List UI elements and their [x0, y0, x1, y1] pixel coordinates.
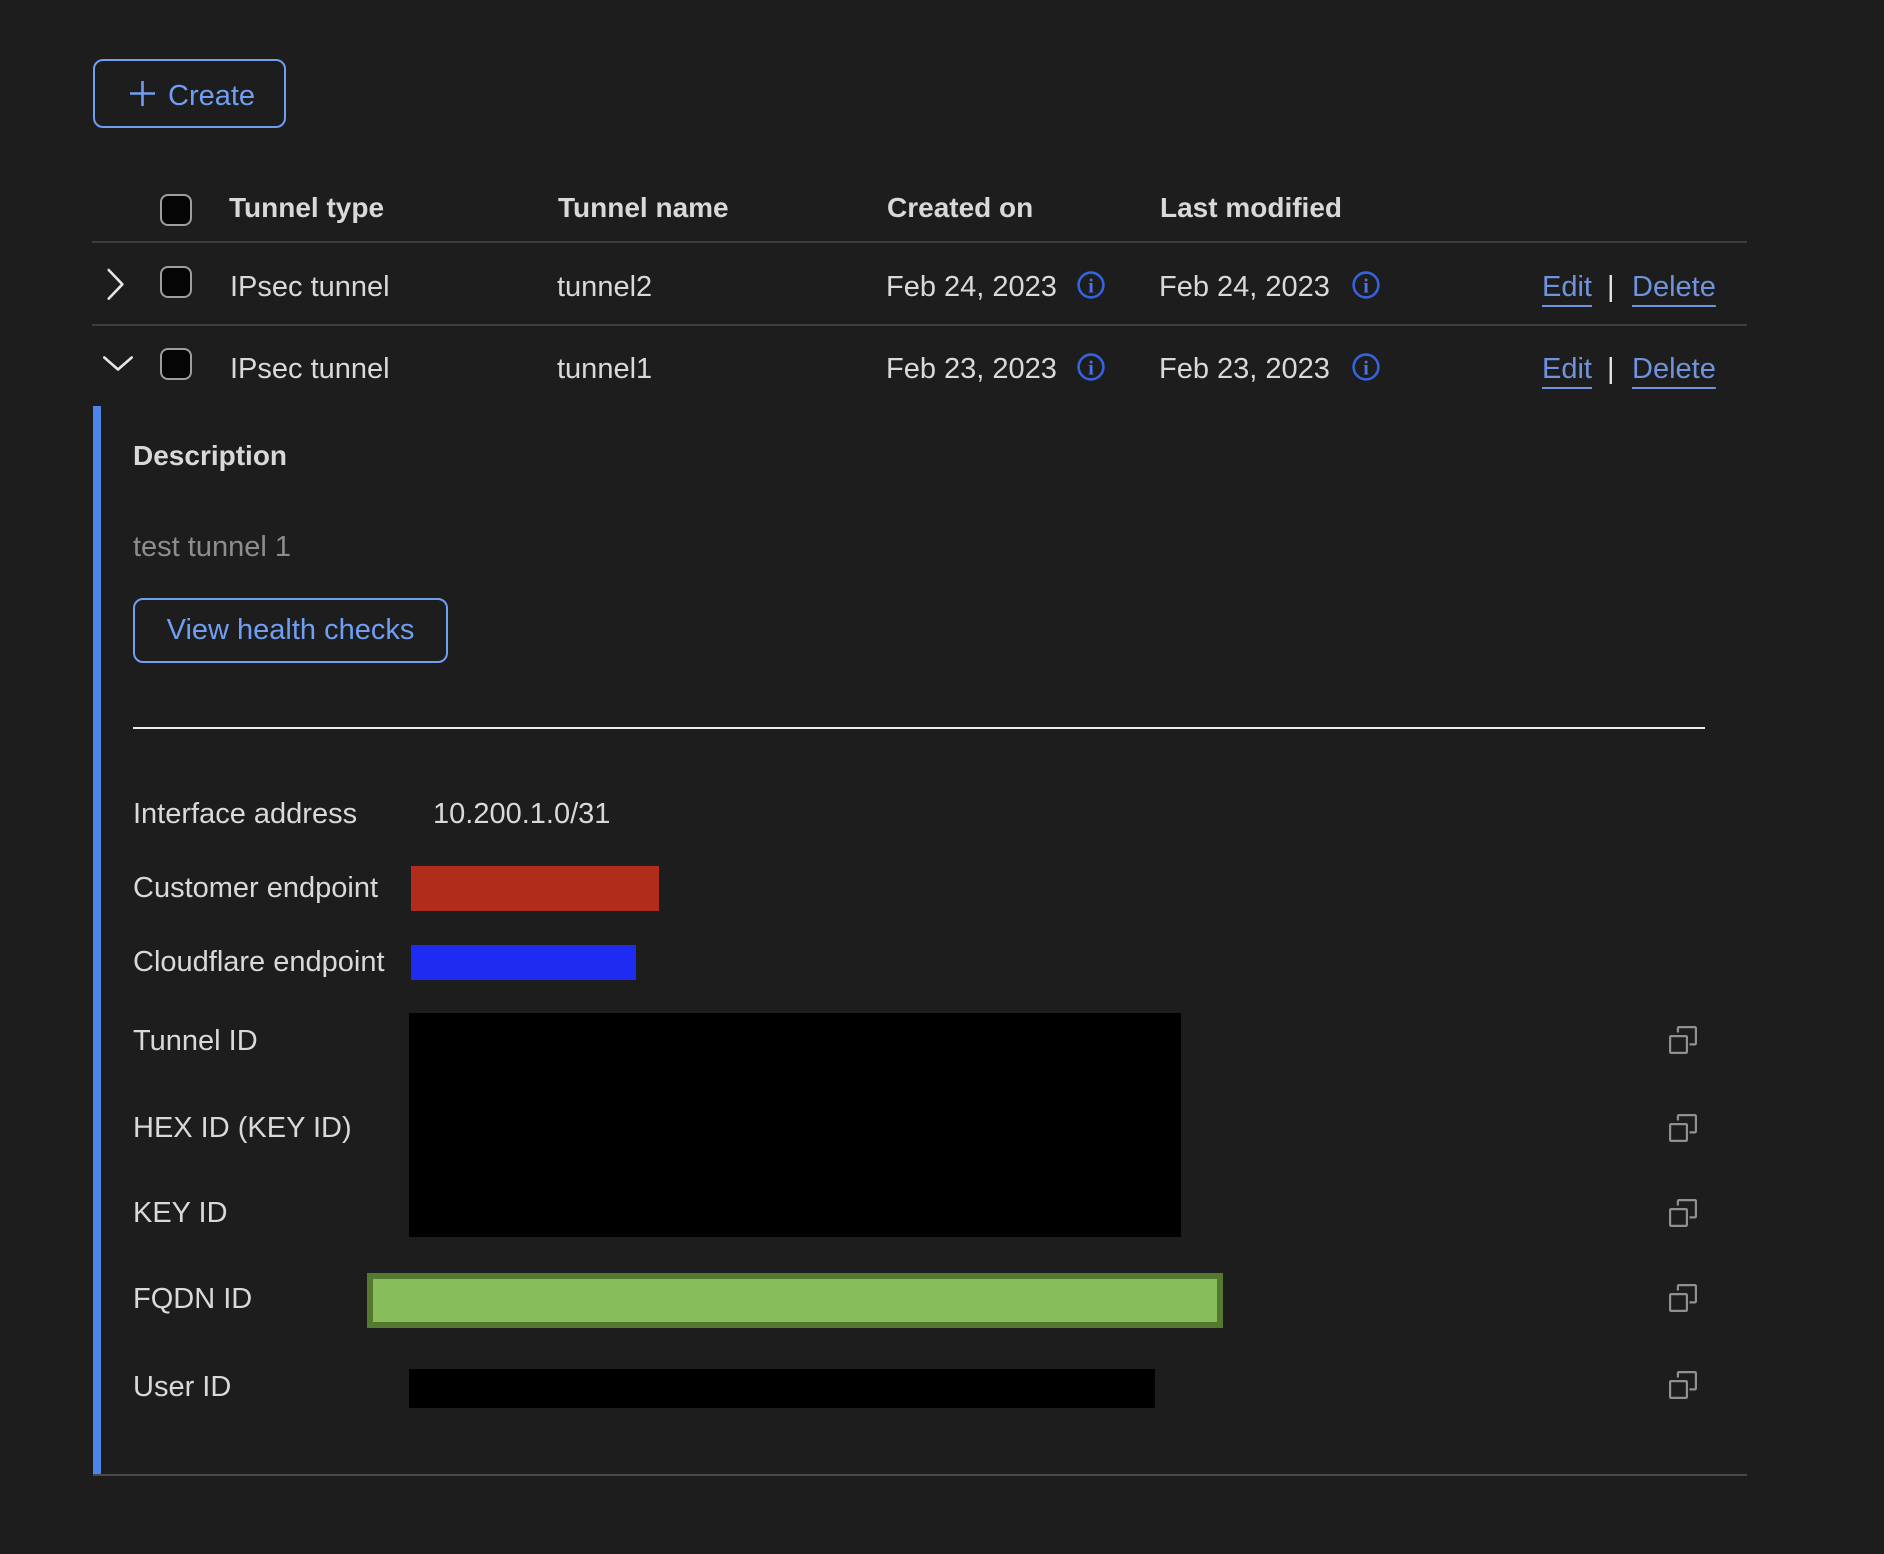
- svg-text:i: i: [1363, 276, 1369, 298]
- svg-text:i: i: [1088, 358, 1094, 380]
- svg-text:i: i: [1088, 276, 1094, 298]
- svg-text:i: i: [1363, 358, 1369, 380]
